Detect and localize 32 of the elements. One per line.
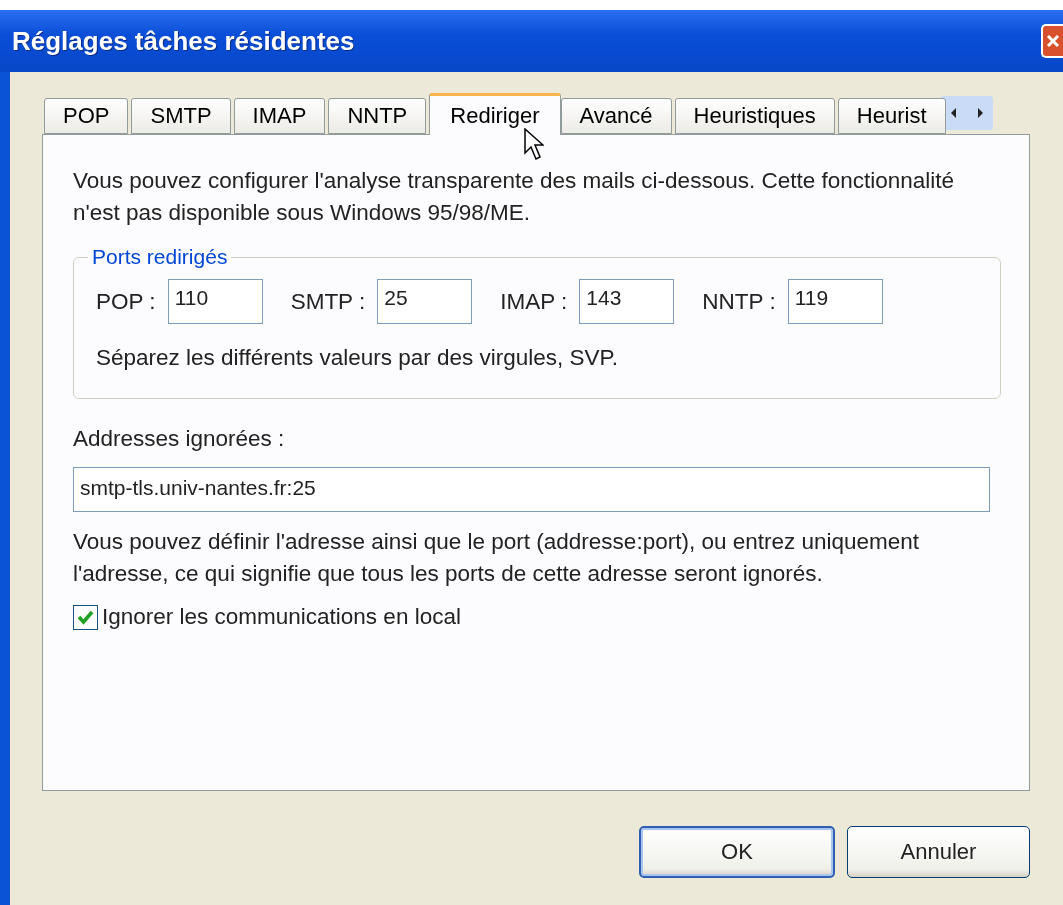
port-label: IMAP : [500, 288, 568, 315]
checkbox-label: Ignorer les communications en local [102, 604, 461, 630]
tab[interactable]: Avancé [560, 98, 672, 134]
checkbox[interactable] [73, 604, 98, 630]
port-label: POP : [96, 288, 156, 315]
close-icon [1046, 34, 1060, 48]
dialog-button[interactable]: OK [639, 826, 835, 878]
tab[interactable]: Heuristiques [674, 98, 835, 134]
window-title: Réglages tâches résidentes [12, 25, 355, 57]
help-text: Vous pouvez définir l'adresse ainsi que le port (addresse:port), ou entrez uniquement l'adresse, ce qui signifie que tous les ports de cette adresse seront ignorés. [73, 528, 921, 588]
port-field[interactable]: 25 [377, 279, 473, 324]
tab[interactable]: NNTP [328, 98, 427, 134]
close-button[interactable] [1041, 24, 1063, 58]
left-arrow-icon [950, 108, 957, 118]
port-label: SMTP : [290, 288, 366, 315]
port-field[interactable]: 119 [787, 279, 883, 324]
port-label: NNTP : [702, 288, 776, 315]
check-icon [77, 609, 94, 625]
tab[interactable]: Rediriger [429, 93, 561, 135]
field-label: Addresses ignorées : [73, 425, 286, 453]
tab[interactable]: IMAP [233, 98, 326, 134]
address-field[interactable]: smtp-tls.univ-nantes.fr:25 [73, 467, 990, 512]
tab[interactable]: Heurist [837, 98, 946, 134]
dialog-button[interactable]: Annuler [847, 826, 1030, 878]
group-title: Ports redirigés [91, 245, 229, 269]
port-field[interactable]: 143 [579, 279, 675, 324]
hint-text: Séparez les différents valeurs par des virgules, SVP. [96, 344, 619, 372]
tab[interactable]: POP [44, 98, 129, 134]
tab[interactable]: SMTP [131, 98, 231, 134]
right-arrow-icon [976, 108, 983, 118]
intro-text: Vous pouvez configurer l'analyse transparente des mails ci-dessous. Cette fonctionnalité n'est pas disponible sous Windows 95/98/ME. [73, 167, 956, 227]
port-field[interactable]: 110 [167, 279, 263, 324]
